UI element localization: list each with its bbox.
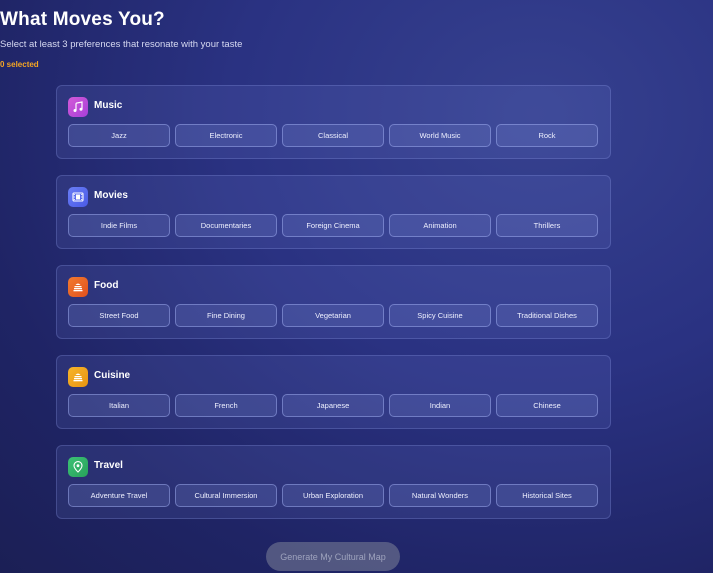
- option-vegetarian[interactable]: Vegetarian: [282, 304, 384, 327]
- section-travel: Travel Adventure Travel Cultural Immersi…: [56, 445, 611, 519]
- section-movies: Movies Indie Films Documentaries Foreign…: [56, 175, 611, 249]
- option-jazz[interactable]: Jazz: [68, 124, 170, 147]
- option-thrillers[interactable]: Thrillers: [496, 214, 598, 237]
- film-icon: [68, 187, 88, 207]
- page-title: What Moves You?: [0, 9, 165, 30]
- generate-map-button[interactable]: Generate My Cultural Map: [266, 542, 400, 571]
- option-rock[interactable]: Rock: [496, 124, 598, 147]
- option-italian[interactable]: Italian: [68, 394, 170, 417]
- map-pin-icon: [68, 457, 88, 477]
- option-japanese[interactable]: Japanese: [282, 394, 384, 417]
- music-note-icon: [68, 97, 88, 117]
- section-cuisine: Cuisine Italian French Japanese Indian C…: [56, 355, 611, 429]
- option-natural-wonders[interactable]: Natural Wonders: [389, 484, 491, 507]
- option-french[interactable]: French: [175, 394, 277, 417]
- option-foreign-cinema[interactable]: Foreign Cinema: [282, 214, 384, 237]
- option-adventure-travel[interactable]: Adventure Travel: [68, 484, 170, 507]
- section-title: Cuisine: [94, 370, 131, 381]
- option-street-food[interactable]: Street Food: [68, 304, 170, 327]
- option-urban-exploration[interactable]: Urban Exploration: [282, 484, 384, 507]
- option-spicy-cuisine[interactable]: Spicy Cuisine: [389, 304, 491, 327]
- section-title: Travel: [94, 460, 123, 471]
- option-indie-films[interactable]: Indie Films: [68, 214, 170, 237]
- section-title: Movies: [94, 190, 128, 201]
- section-food: Food Street Food Fine Dining Vegetarian …: [56, 265, 611, 339]
- option-classical[interactable]: Classical: [282, 124, 384, 147]
- selected-count: 0 selected: [0, 60, 39, 69]
- option-historical-sites[interactable]: Historical Sites: [496, 484, 598, 507]
- food-icon: [68, 277, 88, 297]
- option-world-music[interactable]: World Music: [389, 124, 491, 147]
- cuisine-icon: [68, 367, 88, 387]
- section-title: Music: [94, 100, 123, 111]
- section-music: Music Jazz Electronic Classical World Mu…: [56, 85, 611, 159]
- option-cultural-immersion[interactable]: Cultural Immersion: [175, 484, 277, 507]
- option-fine-dining[interactable]: Fine Dining: [175, 304, 277, 327]
- option-indian[interactable]: Indian: [389, 394, 491, 417]
- option-animation[interactable]: Animation: [389, 214, 491, 237]
- option-chinese[interactable]: Chinese: [496, 394, 598, 417]
- page-subtitle: Select at least 3 preferences that reson…: [0, 39, 243, 50]
- section-title: Food: [94, 280, 119, 291]
- option-electronic[interactable]: Electronic: [175, 124, 277, 147]
- option-traditional-dishes[interactable]: Traditional Dishes: [496, 304, 598, 327]
- option-documentaries[interactable]: Documentaries: [175, 214, 277, 237]
